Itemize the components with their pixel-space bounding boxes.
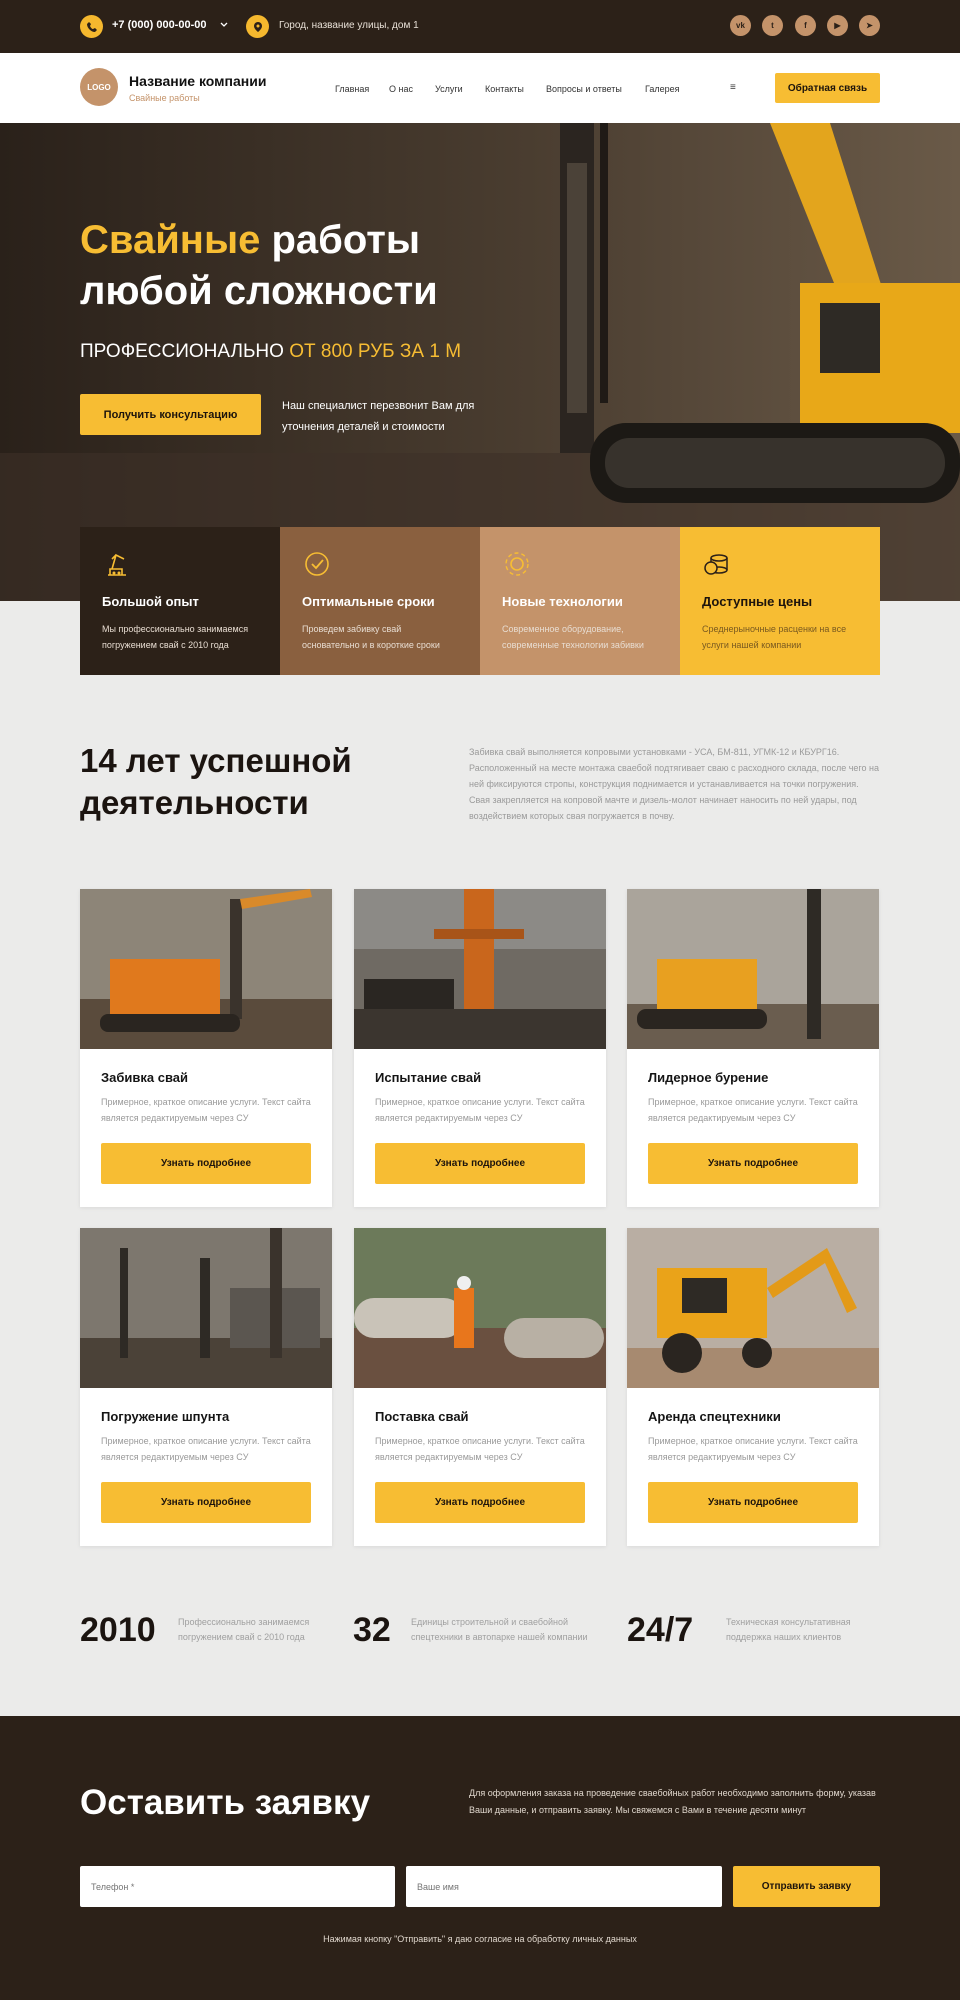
coins-icon [704, 554, 728, 575]
service-photo [627, 1228, 879, 1388]
service-title: Забивка свай [101, 1070, 189, 1085]
hero-note: Наш специалист перезвонит Вам для уточне… [282, 400, 475, 433]
service-description: Примерное, краткое описание услуги. Текс… [648, 1436, 858, 1462]
hero-subtitle-main: ПРОФЕССИОНАЛЬНО [80, 341, 290, 362]
service-card: Испытание свай Примерное, краткое описан… [354, 889, 606, 1207]
service-title: Погружение шпунта [101, 1409, 230, 1424]
stat-number: 24/7 [627, 1611, 694, 1649]
request-text: Для оформления заказа на проведение свае… [469, 1788, 876, 1815]
twitter-icon[interactable]: t [762, 15, 783, 36]
nav-item-services[interactable]: Услуги [435, 84, 463, 94]
service-title: Испытание свай [375, 1070, 482, 1085]
feature-text: Среднерыночные расценки на все услуги на… [702, 624, 847, 650]
service-photo [354, 1228, 606, 1388]
service-more-button[interactable]: Узнать подробнее [648, 1482, 858, 1523]
stat-number: 2010 [80, 1611, 156, 1649]
consultation-button[interactable]: Получить консультацию [80, 394, 261, 435]
agreement-text: Нажимая кнопку "Отправить" я даю согласи… [323, 1934, 637, 1944]
feature-prices: Доступные цены Среднерыночные расценки н… [680, 527, 880, 675]
about-title: 14 лет успешной деятельности [80, 742, 352, 821]
service-more-button[interactable]: Узнать подробнее [101, 1482, 311, 1523]
vk-icon[interactable]: vk [730, 15, 751, 36]
service-photo [80, 1228, 332, 1388]
service-photo [80, 889, 332, 1049]
nav-item-contacts[interactable]: Контакты [485, 84, 524, 94]
menu-icon[interactable]: ≡ [730, 82, 736, 93]
feature-text: Современное оборудование, современные те… [502, 624, 644, 650]
logo[interactable]: LOGO [80, 68, 118, 106]
service-description: Примерное, краткое описание услуги. Текс… [101, 1436, 311, 1462]
feature-text: Мы профессионально занимаемся погружение… [102, 624, 249, 650]
feature-title: Большой опыт [102, 594, 199, 609]
service-photo [627, 889, 879, 1049]
service-description: Примерное, краткое описание услуги. Текс… [648, 1097, 858, 1123]
service-more-button[interactable]: Узнать подробнее [648, 1143, 858, 1184]
service-card: Поставка свай Примерное, краткое описани… [354, 1228, 606, 1546]
callback-button[interactable]: Обратная связь [775, 73, 880, 103]
gear-icon [505, 552, 529, 576]
feature-title: Оптимальные сроки [302, 594, 435, 609]
telegram-icon[interactable]: ➤ [859, 15, 880, 36]
facebook-icon[interactable]: f [795, 15, 816, 36]
nav-item-gallery[interactable]: Галерея [645, 84, 680, 94]
feature-title: Новые технологии [502, 594, 623, 609]
service-more-button[interactable]: Узнать подробнее [101, 1143, 311, 1184]
phone-number[interactable]: +7 (000) 000-00-00 [112, 19, 206, 31]
service-card: Забивка свай Примерное, краткое описание… [80, 889, 332, 1207]
submit-request-button[interactable]: Отправить заявку [733, 1866, 880, 1907]
feature-text: Проведем забивку свай основательно и в к… [302, 624, 440, 650]
company-subtitle: Свайные работы [129, 93, 200, 103]
service-title: Аренда спецтехники [648, 1409, 781, 1424]
service-more-button[interactable]: Узнать подробнее [375, 1482, 585, 1523]
feature-terms: Оптимальные сроки Проведем забивку свай … [280, 527, 480, 675]
stat-text: Единицы строительной и сваебойной спецте… [411, 1617, 588, 1642]
service-description: Примерное, краткое описание услуги. Текс… [375, 1097, 585, 1123]
service-description: Примерное, краткое описание услуги. Текс… [375, 1436, 585, 1462]
feature-technology: Новые технологии Современное оборудовани… [480, 527, 680, 675]
service-description: Примерное, краткое описание услуги. Текс… [101, 1097, 311, 1123]
chevron-down-icon[interactable] [219, 20, 229, 30]
service-card: Лидерное бурение Примерное, краткое опис… [627, 889, 879, 1207]
location-icon [246, 15, 269, 38]
service-more-button[interactable]: Узнать подробнее [375, 1143, 585, 1184]
stat-number: 32 [353, 1611, 391, 1649]
hero-title-accent: Свайные [80, 218, 261, 262]
nav-item-faq[interactable]: Вопросы и ответы [546, 84, 622, 94]
service-photo [354, 889, 606, 1049]
youtube-icon[interactable]: ▶ [827, 15, 848, 36]
request-section [0, 1716, 960, 2000]
hero-title: Свайные работы любой сложности [80, 215, 560, 317]
hero-subtitle-price: ОТ 800 РУБ ЗА 1 М [289, 341, 462, 362]
service-card: Аренда спецтехники Примерное, краткое оп… [627, 1228, 879, 1546]
clock-check-icon [305, 552, 329, 576]
nav-item-home[interactable]: Главная [335, 84, 369, 94]
stat-text: Профессионально занимаемся погружением с… [178, 1617, 310, 1642]
feature-experience: Большой опыт Мы профессионально занимаем… [80, 527, 280, 675]
service-title: Поставка свай [375, 1409, 469, 1424]
crane-icon [108, 553, 126, 576]
request-title: Оставить заявку [80, 1783, 371, 1822]
service-card: Погружение шпунта Примерное, краткое опи… [80, 1228, 332, 1546]
address: Город, название улицы, дом 1 [279, 20, 419, 31]
company-name: Название компании [129, 73, 267, 89]
feature-title: Доступные цены [702, 594, 813, 609]
phone-icon [80, 15, 103, 38]
stat-text: Техническая консультативная поддержка на… [726, 1617, 851, 1642]
about-text: Забивка свай выполняется копровыми устан… [469, 747, 879, 821]
name-input[interactable] [406, 1866, 722, 1907]
nav-item-about[interactable]: О нас [389, 84, 413, 94]
hero-subtitle: ПРОФЕССИОНАЛЬНО ОТ 800 РУБ ЗА 1 М [80, 341, 461, 363]
service-title: Лидерное бурение [648, 1070, 769, 1085]
phone-input[interactable] [80, 1866, 395, 1907]
